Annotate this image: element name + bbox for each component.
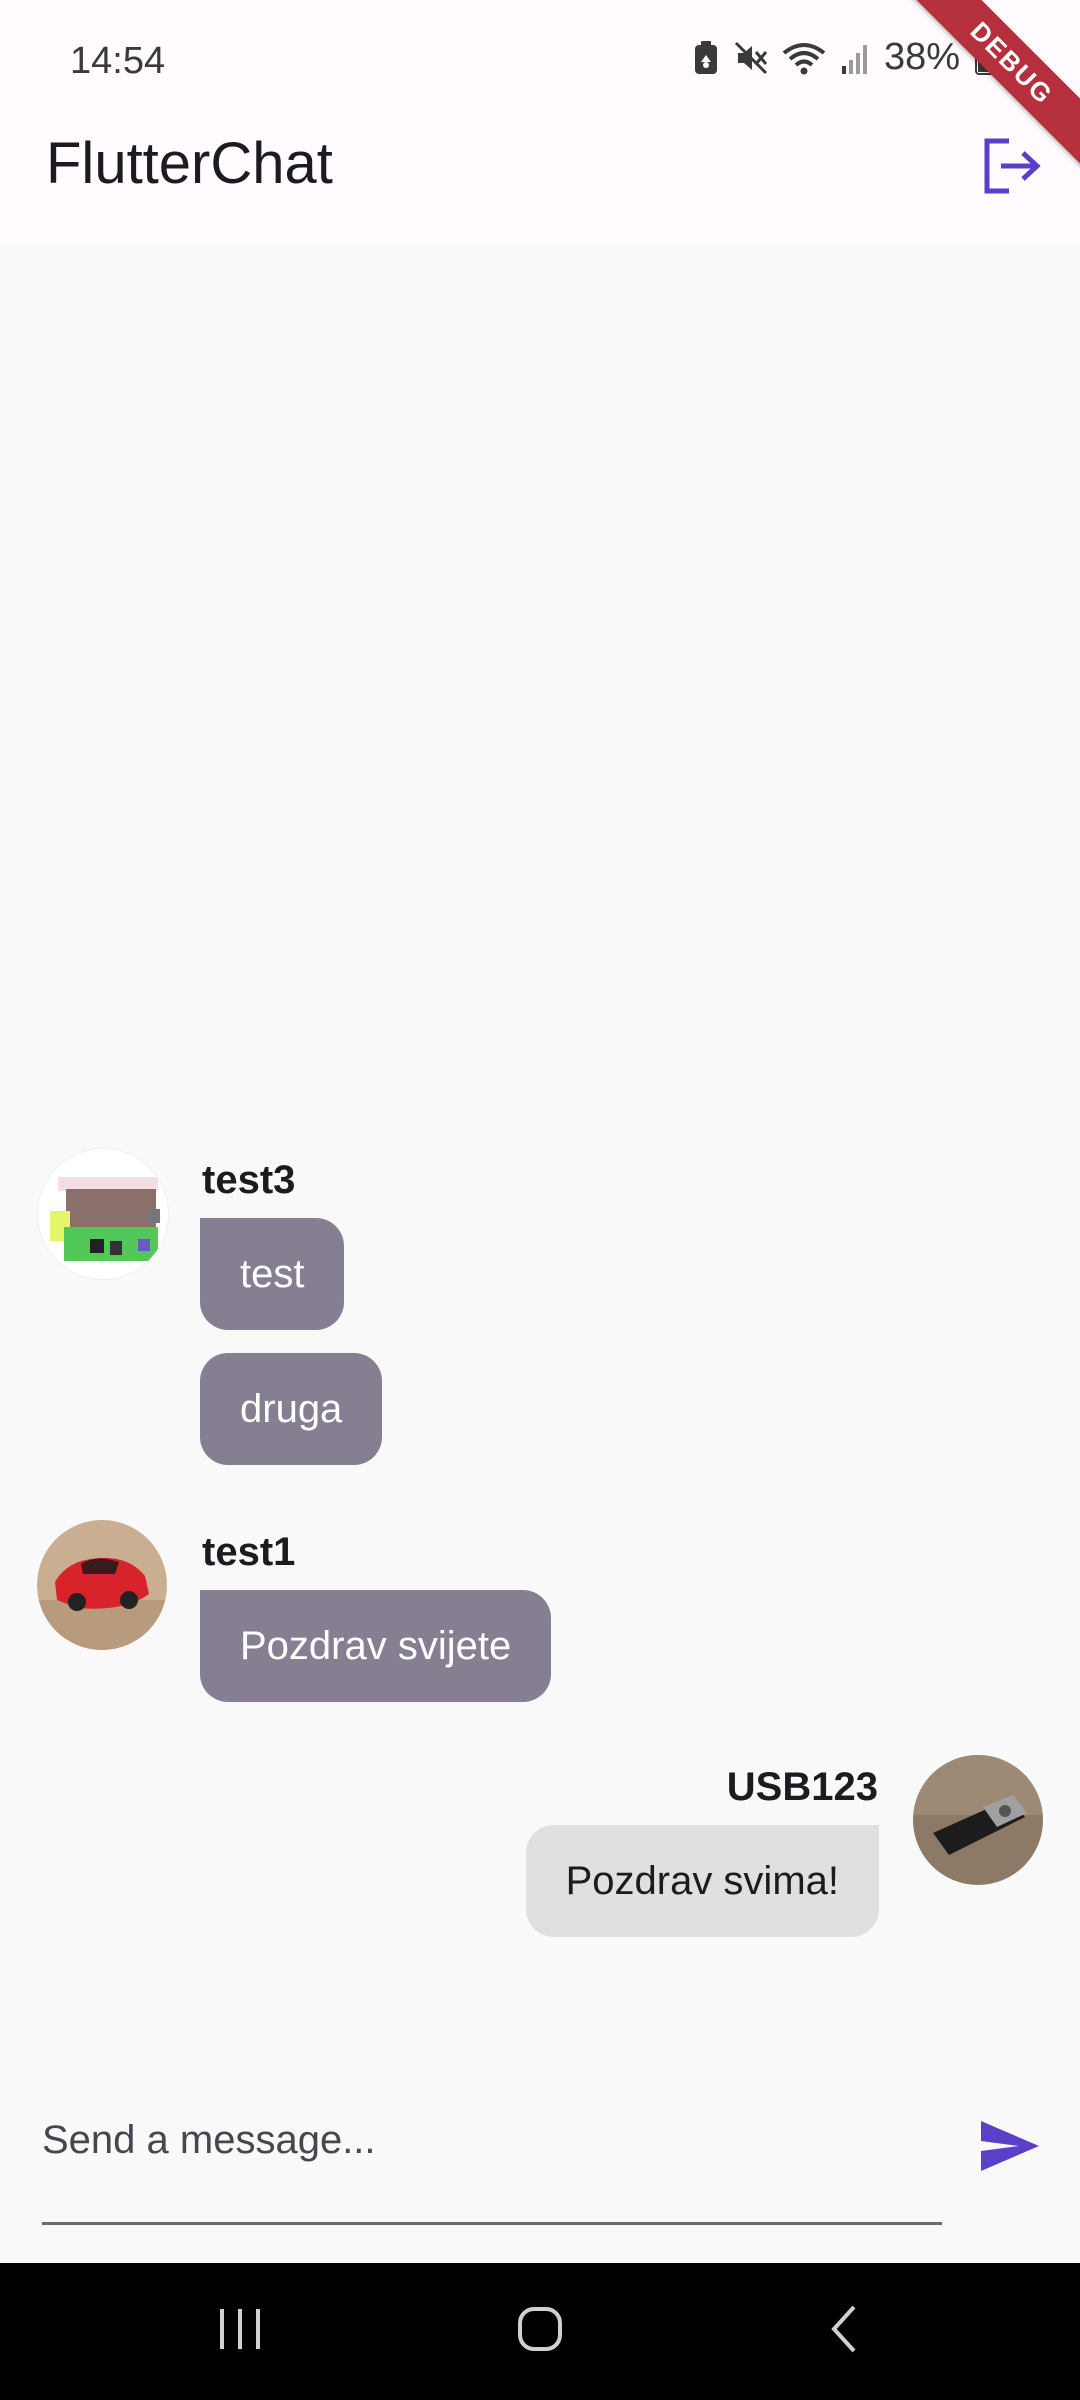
avatar xyxy=(37,1520,167,1650)
logout-icon xyxy=(981,137,1043,200)
wifi-icon xyxy=(782,41,826,75)
message-bubble: Pozdrav svijete xyxy=(200,1590,552,1702)
message-username: USB123 xyxy=(726,1765,878,1809)
avatar xyxy=(913,1755,1043,1885)
recents-icon xyxy=(216,2307,264,2356)
battery-saver-icon xyxy=(692,40,720,76)
message-username: test3 xyxy=(202,1158,296,1202)
message-bubble: Pozdrav svima! xyxy=(525,1825,879,1937)
message-username: test1 xyxy=(202,1530,296,1574)
home-icon xyxy=(516,2305,564,2358)
app-title: FlutterChat xyxy=(46,131,333,196)
status-icons: 38% xyxy=(692,36,996,79)
send-button[interactable] xyxy=(972,2110,1048,2186)
battery-level: 38% xyxy=(883,36,960,78)
status-time: 14:54 xyxy=(70,40,166,82)
signal-icon xyxy=(840,42,870,74)
logout-button[interactable] xyxy=(976,132,1048,204)
message-bubble: druga xyxy=(200,1353,383,1465)
avatar xyxy=(37,1148,169,1280)
message-bubble: test xyxy=(200,1218,345,1330)
home-button[interactable] xyxy=(460,2263,620,2400)
message-input[interactable] xyxy=(42,2080,942,2200)
status-bar: 14:54 38% xyxy=(0,0,1080,122)
mute-icon xyxy=(734,41,768,75)
recents-button[interactable] xyxy=(160,2263,320,2400)
system-nav-bar xyxy=(0,2263,1080,2400)
message-input-container xyxy=(42,2080,942,2225)
send-icon xyxy=(979,2119,1041,2178)
back-button[interactable] xyxy=(764,2263,924,2400)
back-icon xyxy=(828,2303,860,2360)
